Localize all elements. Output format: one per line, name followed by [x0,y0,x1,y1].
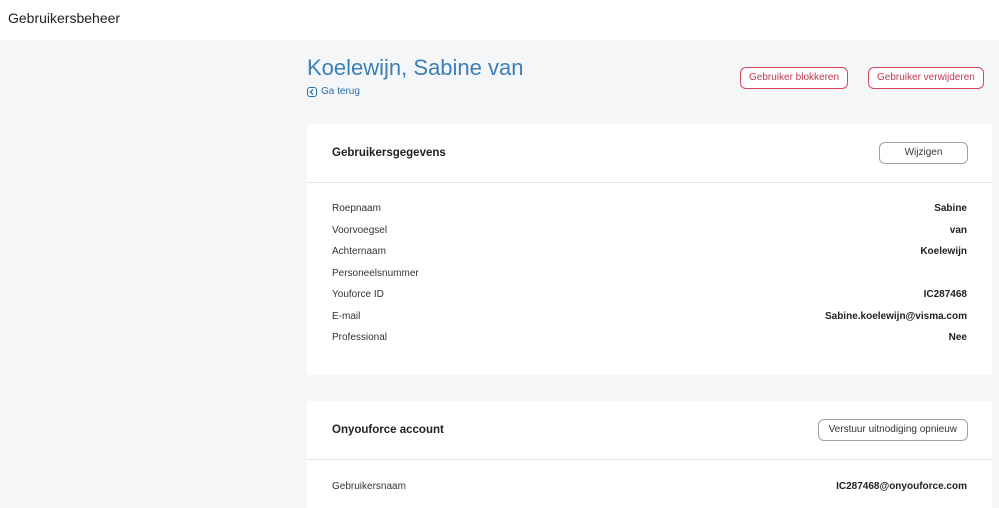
user-details-card: Gebruikersgegevens Wijzigen Roepnaam Sab… [307,124,992,375]
app-title: Gebruikersbeheer [8,10,121,26]
back-link-label: Ga terug [321,86,360,97]
field-value: van [949,224,967,236]
card-title: Onyouforce account [332,424,444,436]
list-item: Personeelsnummer [307,264,992,286]
field-value: Koelewijn [920,246,967,257]
card-title: Gebruikersgegevens [332,147,446,159]
field-value: Sabine.koelewijn@visma.com [824,310,967,322]
list-item: Roepnaam Sabine [307,199,992,221]
edit-button[interactable]: Wijzigen [879,142,968,164]
card-header: Gebruikersgegevens Wijzigen [307,124,992,183]
list-item: Achternaam Koelewijn [307,242,992,264]
back-link[interactable]: Ga terug [307,86,360,97]
list-item: Voorvoegsel van [307,221,992,243]
delete-user-button[interactable]: Gebruiker verwijderen [868,67,984,89]
card-header: Onyouforce account Verstuur uitnodiging … [307,401,992,460]
account-list: Gebruikersnaam IC287468@onyouforce.com [307,460,992,499]
field-label: Gebruikersnaam [332,481,406,492]
list-item: Gebruikersnaam IC287468@onyouforce.com [307,477,992,499]
field-value: Nee [948,332,967,343]
field-value: IC287468 [923,289,967,300]
list-item: Professional Nee [307,328,992,350]
account-card: Onyouforce account Verstuur uitnodiging … [307,401,992,508]
list-item: Youforce ID IC287468 [307,285,992,307]
details-list: Roepnaam Sabine Voorvoegsel van Achterna… [307,183,992,350]
top-bar: Gebruikersbeheer [0,0,999,40]
field-label: Youforce ID [332,289,384,300]
list-item: E-mail Sabine.koelewijn@visma.com [307,307,992,329]
field-label: Roepnaam [332,203,381,214]
field-value: Sabine [934,203,967,214]
resend-invitation-button[interactable]: Verstuur uitnodiging opnieuw [817,419,968,441]
field-label: Voorvoegsel [332,224,388,236]
page-title: Koelewijn, Sabine van [307,55,524,80]
field-label: Personeelsnummer [332,267,419,279]
field-label: E-mail [332,310,361,322]
field-label: Professional [332,332,388,343]
field-value: IC287468@onyouforce.com [836,481,967,492]
block-user-button[interactable]: Gebruiker blokkeren [740,67,849,89]
field-label: Achternaam [332,246,386,257]
chevron-left-icon [307,86,317,97]
